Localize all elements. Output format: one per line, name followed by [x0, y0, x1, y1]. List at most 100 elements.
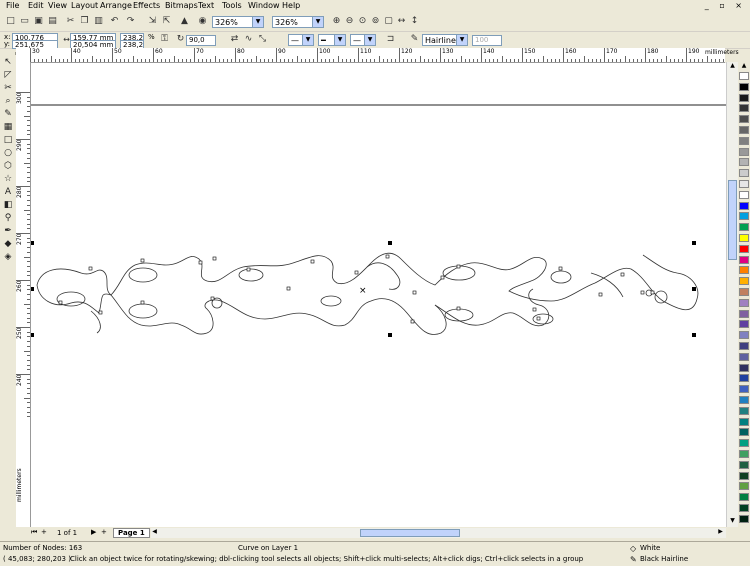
zoom-level-combo[interactable]: 326% ▼ [212, 16, 264, 28]
lock-ratio-icon[interactable]: ⚿ [158, 33, 171, 46]
palette-swatch[interactable] [739, 82, 749, 91]
new-icon[interactable]: □ [4, 15, 17, 28]
rotation-angle-field[interactable]: 90,0 [186, 35, 216, 46]
zoom-in-icon[interactable]: ⊕ [330, 15, 343, 28]
palette-swatch[interactable] [739, 136, 749, 145]
drawing-canvas[interactable]: × [30, 63, 726, 527]
print-icon[interactable]: ▤ [46, 15, 59, 28]
chevron-down-icon[interactable]: ▼ [302, 35, 313, 45]
drawing-surface[interactable]: × [30, 63, 726, 527]
palette-swatch[interactable] [739, 320, 749, 329]
zoom-tool-icon[interactable]: ⌕ [2, 96, 14, 107]
copy-icon[interactable]: ❐ [78, 15, 91, 28]
pick-tool-icon[interactable]: ↖ [2, 57, 14, 68]
paste-icon[interactable]: ▥ [92, 15, 105, 28]
scroll-up-icon[interactable]: ▲ [728, 62, 737, 71]
palette-swatch[interactable] [739, 298, 749, 307]
palette-swatch[interactable] [739, 288, 749, 296]
menu-bitmaps[interactable]: Bitmaps [165, 1, 198, 10]
chevron-down-icon[interactable]: ▼ [312, 17, 323, 27]
mirror-icon[interactable]: ⇄ [228, 33, 241, 46]
export-icon[interactable]: ⇱ [160, 15, 173, 28]
palette-swatch[interactable] [739, 374, 749, 383]
segment-icon[interactable]: ⤡ [256, 33, 269, 46]
open-icon[interactable]: ▭ [18, 15, 31, 28]
menu-file[interactable]: File [6, 1, 19, 10]
start-arrow-combo[interactable]: — ▼ [288, 34, 314, 46]
fill-tool-icon[interactable]: ◆ [2, 239, 14, 250]
palette-swatch[interactable] [739, 93, 749, 102]
palette-swatch[interactable] [739, 493, 749, 502]
end-arrow-combo[interactable]: — ▼ [350, 34, 376, 46]
basic-shapes-tool-icon[interactable]: ☆ [2, 174, 14, 185]
palette-swatch[interactable] [739, 439, 749, 448]
zoom-all-icon[interactable]: ⊚ [369, 15, 382, 28]
palette-swatch[interactable] [739, 417, 749, 426]
palette-swatch[interactable] [739, 212, 749, 221]
menu-effects[interactable]: Effects [133, 1, 160, 10]
palette-swatch[interactable] [739, 147, 749, 156]
chevron-down-icon[interactable]: ▼ [364, 35, 375, 45]
zoom-selected-icon[interactable]: ⊙ [356, 15, 369, 28]
pen-outline-icon[interactable]: ✎ [630, 555, 637, 564]
outline-number-field[interactable]: 100 [472, 35, 502, 46]
palette-swatch[interactable] [739, 482, 749, 491]
scroll-left-icon[interactable]: ◀ [150, 528, 159, 537]
save-icon[interactable]: ▣ [32, 15, 45, 28]
crop-tool-icon[interactable]: ✂ [2, 83, 14, 94]
palette-swatch[interactable] [739, 180, 749, 188]
rectangle-tool-icon[interactable]: □ [2, 135, 14, 146]
close-curve-icon[interactable]: ⊐ [384, 33, 397, 46]
fill-icon[interactable]: ◇ [630, 544, 636, 553]
outline-tool-icon[interactable]: ✒ [2, 226, 14, 237]
chevron-down-icon[interactable]: ▼ [252, 17, 263, 27]
palette-swatch[interactable] [739, 396, 749, 404]
chevron-down-icon[interactable]: ▼ [334, 35, 345, 45]
vertical-scroll-thumb[interactable] [728, 180, 737, 260]
palette-swatch[interactable] [739, 471, 749, 480]
scroll-down-icon[interactable]: ▼ [728, 517, 737, 526]
menu-edit[interactable]: Edit [28, 1, 44, 10]
next-page-icon[interactable]: ▶ [91, 528, 96, 536]
menu-layout[interactable]: Layout [71, 1, 98, 10]
application-launcher-icon[interactable]: ▲ [178, 15, 191, 28]
zoom-page-icon[interactable]: ▢ [382, 15, 395, 28]
vertical-ruler[interactable]: 300 290 280 270 260 250 240 millimeters [16, 62, 31, 527]
palette-swatch[interactable] [739, 428, 749, 437]
palette-swatch[interactable] [739, 169, 749, 178]
palette-swatch[interactable] [739, 363, 749, 372]
menu-view[interactable]: View [48, 1, 67, 10]
window-controls[interactable]: _ ▫ × [705, 1, 746, 10]
interactive-tool-icon[interactable]: ◧ [2, 200, 14, 211]
add-page-icon[interactable]: + [41, 528, 47, 536]
redo-icon[interactable]: ↷ [124, 15, 137, 28]
palette-swatch[interactable] [739, 504, 749, 512]
palette-swatch[interactable] [739, 406, 749, 415]
palette-swatch[interactable] [739, 450, 749, 458]
palette-swatch[interactable] [739, 266, 749, 275]
chevron-down-icon[interactable]: ▼ [456, 35, 467, 45]
palette-swatch[interactable] [739, 352, 749, 361]
scroll-right-icon[interactable]: ▶ [716, 528, 725, 537]
palette-swatch[interactable] [739, 234, 749, 242]
line-style-combo[interactable]: ━ ▼ [318, 34, 346, 46]
center-marker-icon[interactable]: × [359, 286, 367, 296]
interactive-fill-tool-icon[interactable]: ◈ [2, 252, 14, 263]
palette-swatch[interactable] [739, 460, 749, 469]
palette-scroll-up-icon[interactable]: ▲ [739, 62, 749, 70]
polygon-tool-icon[interactable]: ⬡ [2, 161, 14, 172]
palette-swatch[interactable] [739, 331, 749, 340]
palette-swatch[interactable] [739, 223, 749, 232]
undo-icon[interactable]: ↶ [108, 15, 121, 28]
eyedropper-tool-icon[interactable]: ⚲ [2, 213, 14, 224]
menu-arrange[interactable]: Arrange [100, 1, 132, 10]
menu-tools[interactable]: Tools [222, 1, 242, 10]
zoom-width-icon[interactable]: ↔ [395, 15, 408, 28]
zoom-out-icon[interactable]: ⊖ [343, 15, 356, 28]
curve-icon[interactable]: ∿ [242, 33, 255, 46]
palette-swatch[interactable] [739, 158, 749, 167]
vertical-scrollbar[interactable]: ▲ ▼ [726, 62, 738, 527]
palette-swatch[interactable] [739, 72, 749, 80]
horizontal-ruler[interactable]: 30 40 50 60 70 80 90 100 110 120 130 140 150 160 170 18… [16, 48, 725, 63]
text-tool-icon[interactable]: A [2, 187, 14, 198]
